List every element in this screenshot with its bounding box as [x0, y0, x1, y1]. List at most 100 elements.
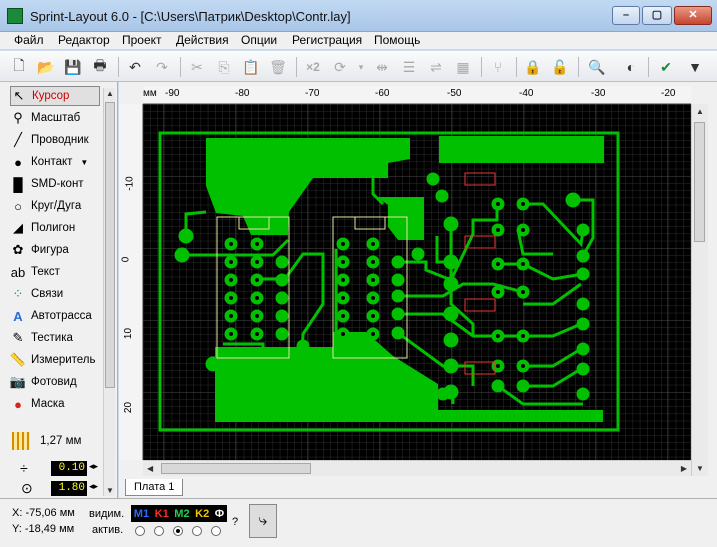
- connections-icon: ⁘: [12, 286, 24, 301]
- active-layer-radio-f[interactable]: [211, 526, 221, 536]
- tool-photo[interactable]: 📷 Фотовид: [10, 372, 100, 392]
- active-layer-radio-m1[interactable]: [135, 526, 145, 536]
- active-layer-radio-m2[interactable]: [173, 526, 183, 536]
- save-icon[interactable]: 💾: [62, 56, 84, 78]
- print-icon[interactable]: 🖶: [89, 56, 111, 78]
- track-width-spin-icon[interactable]: ◂▸: [89, 461, 98, 472]
- drill-icon[interactable]: ▼: [684, 56, 706, 78]
- ungroup-icon[interactable]: ▦: [452, 56, 474, 78]
- tool-cursor[interactable]: ↖ Курсор: [10, 86, 100, 106]
- scroll-down-icon[interactable]: ▼: [696, 464, 704, 473]
- scroll-down-icon[interactable]: ▼: [106, 486, 114, 495]
- vertical-scroll-thumb[interactable]: [694, 122, 705, 242]
- layer-3[interactable]: K2: [195, 508, 209, 520]
- active-layer-radio-k1[interactable]: [154, 526, 164, 536]
- pcb-drawing: [143, 104, 691, 460]
- layer-1[interactable]: K1: [155, 508, 169, 520]
- pcb-canvas[interactable]: [143, 104, 691, 460]
- tool-panel-scrollbar[interactable]: ▲ ▼: [103, 88, 115, 496]
- tab-board-1[interactable]: Плата 1: [125, 479, 184, 496]
- connect-icon[interactable]: ⑂: [487, 56, 509, 78]
- track-width-icon: ÷: [20, 460, 28, 476]
- drc-icon[interactable]: ✔: [655, 56, 677, 78]
- track-width-input[interactable]: 0.10: [51, 461, 87, 476]
- canvas-vertical-scrollbar[interactable]: ▲ ▼: [691, 104, 708, 476]
- tool-label: Тестика: [31, 332, 73, 344]
- scroll-left-icon[interactable]: ◀: [147, 464, 153, 473]
- menu-actions[interactable]: Действия: [176, 33, 229, 47]
- tool-mask[interactable]: ● Маска: [10, 394, 100, 414]
- tool-pad[interactable]: ● Контакт ▼: [10, 152, 100, 172]
- layer-mode-icon[interactable]: ⤷: [249, 504, 277, 538]
- ruler-top-tick: -90: [165, 88, 180, 99]
- scroll-up-icon[interactable]: ▲: [106, 89, 114, 98]
- ruler-top-tick: -50: [447, 88, 462, 99]
- rotate-icon[interactable]: ⟳: [329, 56, 351, 78]
- layer-2[interactable]: M2: [174, 508, 189, 520]
- tool-label: Маска: [31, 398, 65, 410]
- group-icon[interactable]: ⇌: [425, 56, 447, 78]
- tool-label: Масштаб: [31, 112, 81, 124]
- layer-0[interactable]: M1: [134, 508, 149, 520]
- tool-label: Текст: [31, 266, 60, 278]
- layer-visibility[interactable]: M1 K1 M2 K2 Ф: [131, 505, 227, 522]
- y-coordinate: Y: -18,49 мм: [12, 523, 75, 535]
- copy-icon[interactable]: ⎘: [213, 56, 235, 78]
- active-layer-radio-k2[interactable]: [192, 526, 202, 536]
- layer-4[interactable]: Ф: [215, 508, 224, 520]
- pad-size-icon: ⊙: [21, 480, 33, 496]
- scroll-thumb[interactable]: [105, 102, 115, 388]
- maximize-button[interactable]: ▢: [642, 6, 672, 25]
- tool-autoroute[interactable]: A Автотрасса: [10, 306, 100, 326]
- unlock-icon[interactable]: 🔓: [549, 56, 571, 78]
- layers-icon[interactable]: ◐: [620, 56, 642, 78]
- tool-track[interactable]: ╱ Проводник: [10, 130, 100, 150]
- scroll-up-icon[interactable]: ▲: [696, 107, 704, 116]
- tool-polygon[interactable]: ◢ Полигон: [10, 218, 100, 238]
- canvas-horizontal-scrollbar[interactable]: ◀ ▶: [143, 460, 691, 476]
- delete-icon[interactable]: 🗑: [267, 56, 289, 78]
- tool-label: Круг/Дуга: [31, 200, 82, 212]
- ruler-left-tick: 10: [123, 327, 135, 340]
- menu-help[interactable]: Помощь: [374, 33, 420, 47]
- mirror-icon[interactable]: ⇹: [371, 56, 393, 78]
- new-file-icon[interactable]: 🗋: [8, 56, 30, 78]
- open-folder-icon[interactable]: 📂: [35, 56, 57, 78]
- minimize-button[interactable]: –: [612, 6, 640, 25]
- menu-file[interactable]: Файл: [14, 33, 44, 47]
- mask-icon: ●: [14, 396, 22, 412]
- tool-connections[interactable]: ⁘ Связи: [10, 284, 100, 304]
- tool-circle[interactable]: ○ Круг/Дуга: [10, 196, 100, 216]
- tool-text[interactable]: ab Текст: [10, 262, 100, 282]
- menu-registration[interactable]: Регистрация: [292, 33, 362, 47]
- lock-icon[interactable]: 🔒: [522, 56, 544, 78]
- help-mark[interactable]: ?: [232, 516, 238, 528]
- ruler-top-tick: -60: [375, 88, 390, 99]
- grid-value: 1,27 мм: [40, 435, 82, 447]
- menu-project[interactable]: Проект: [122, 33, 162, 47]
- rotate-dropdown-icon[interactable]: ▾: [350, 56, 372, 78]
- tool-shape[interactable]: ✿ Фигура: [10, 240, 100, 260]
- tool-smd-pad[interactable]: █ SMD-конт: [10, 174, 100, 194]
- grid-setting[interactable]: 1,27 мм: [12, 432, 81, 450]
- zoom-icon[interactable]: 🔍: [586, 56, 608, 78]
- pad-size-input[interactable]: 1.80: [51, 481, 87, 496]
- tool-test[interactable]: ✎ Тестика: [10, 328, 100, 348]
- paste-icon[interactable]: 📋: [240, 56, 262, 78]
- tool-zoom[interactable]: ⚲ Масштаб: [10, 108, 100, 128]
- menu-options[interactable]: Опции: [241, 33, 277, 47]
- align-icon[interactable]: ☰: [398, 56, 420, 78]
- menu-edit[interactable]: Редактор: [58, 33, 110, 47]
- cut-icon[interactable]: ✂: [186, 56, 208, 78]
- ruler-left-tick: -10: [124, 176, 136, 191]
- tool-measure[interactable]: 📏 Измеритель: [10, 350, 100, 370]
- pad-size-spin-icon[interactable]: ◂▸: [89, 481, 98, 492]
- ruler-top-tick: -30: [591, 88, 606, 99]
- scroll-right-icon[interactable]: ▶: [681, 464, 687, 473]
- redo-icon[interactable]: ↷: [151, 56, 173, 78]
- duplicate-icon[interactable]: ×2: [302, 56, 324, 78]
- close-button[interactable]: ✕: [674, 6, 712, 25]
- undo-icon[interactable]: ↶: [124, 56, 146, 78]
- horizontal-scroll-thumb[interactable]: [161, 463, 311, 474]
- pad-dropdown-icon[interactable]: ▼: [80, 158, 88, 167]
